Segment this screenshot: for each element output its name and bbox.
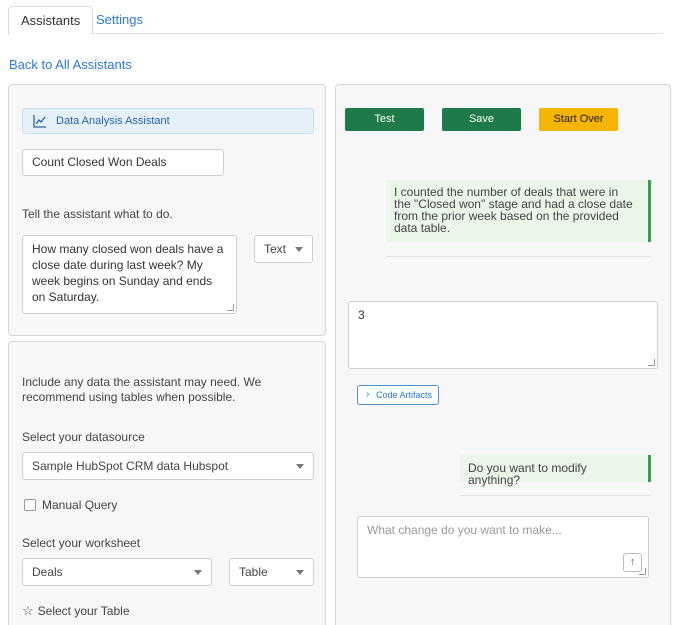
worksheet-type-value: Table (239, 565, 268, 579)
output-format-select[interactable]: Text (254, 235, 313, 263)
assistant-message: I counted the number of deals that were … (386, 180, 651, 242)
save-button[interactable]: Save (442, 108, 521, 131)
instructions-textarea[interactable]: How many closed won deals have a close d… (22, 235, 237, 314)
caret-down-icon (296, 570, 304, 575)
chevron-right-icon: › (366, 389, 370, 400)
caret-down-icon (296, 464, 304, 469)
instructions-label: Tell the assistant what to do. (22, 207, 173, 221)
assistant-type-label: Data Analysis Assistant (56, 115, 170, 127)
assistant-config-panel: Data Analysis Assistant Count Closed Won… (8, 84, 326, 336)
tab-settings[interactable]: Settings (84, 6, 155, 35)
star-icon: ☆ (22, 603, 34, 618)
line-chart-icon (33, 115, 46, 128)
data-panel: Include any data the assistant may need.… (8, 341, 326, 625)
code-artifacts-label: Code Artifacts (376, 390, 433, 400)
result-value: 3 (358, 308, 365, 322)
resize-handle-icon[interactable] (648, 359, 655, 366)
select-table-row[interactable]: ☆ Select your Table (22, 603, 130, 619)
change-request-input[interactable]: What change do you want to make... ↑ (357, 516, 649, 578)
resize-handle-icon[interactable] (227, 304, 234, 311)
worksheet-type-select[interactable]: Table (229, 558, 314, 586)
manual-query-label: Manual Query (42, 498, 118, 512)
chat-panel: Test Save Start Over I counted the numbe… (335, 84, 671, 625)
data-intro-text: Include any data the assistant may need.… (22, 375, 262, 404)
assistant-type-badge[interactable]: Data Analysis Assistant (22, 108, 314, 134)
divider (386, 256, 651, 257)
test-button[interactable]: Test (345, 108, 424, 131)
caret-down-icon (295, 247, 303, 252)
tab-assistants[interactable]: Assistants (8, 6, 94, 35)
instructions-text: How many closed won deals have a close d… (32, 242, 224, 304)
divider (460, 495, 651, 496)
resize-handle-icon[interactable] (639, 568, 646, 575)
back-to-all-assistants-link[interactable]: Back to All Assistants (9, 57, 132, 72)
select-table-label: Select your Table (37, 604, 130, 618)
assistant-name-input[interactable]: Count Closed Won Deals (22, 149, 224, 176)
code-artifacts-button[interactable]: › Code Artifacts (357, 385, 439, 405)
datasource-select[interactable]: Sample HubSpot CRM data Hubspot (22, 452, 314, 480)
change-placeholder: What change do you want to make... (367, 523, 562, 537)
datasource-label: Select your datasource (22, 430, 145, 444)
worksheet-value: Deals (32, 565, 63, 579)
output-format-value: Text (264, 242, 287, 256)
worksheet-select[interactable]: Deals (22, 558, 212, 586)
tab-bar: Assistants Settings (8, 6, 663, 35)
result-output[interactable]: 3 (348, 301, 658, 369)
manual-query-checkbox[interactable] (24, 499, 36, 511)
start-over-button[interactable]: Start Over (539, 108, 618, 131)
worksheet-label: Select your worksheet (22, 536, 141, 550)
caret-down-icon (194, 570, 202, 575)
datasource-value: Sample HubSpot CRM data Hubspot (32, 459, 229, 473)
followup-message: Do you want to modify anything? (460, 455, 651, 486)
manual-query-row[interactable]: Manual Query (24, 498, 117, 512)
